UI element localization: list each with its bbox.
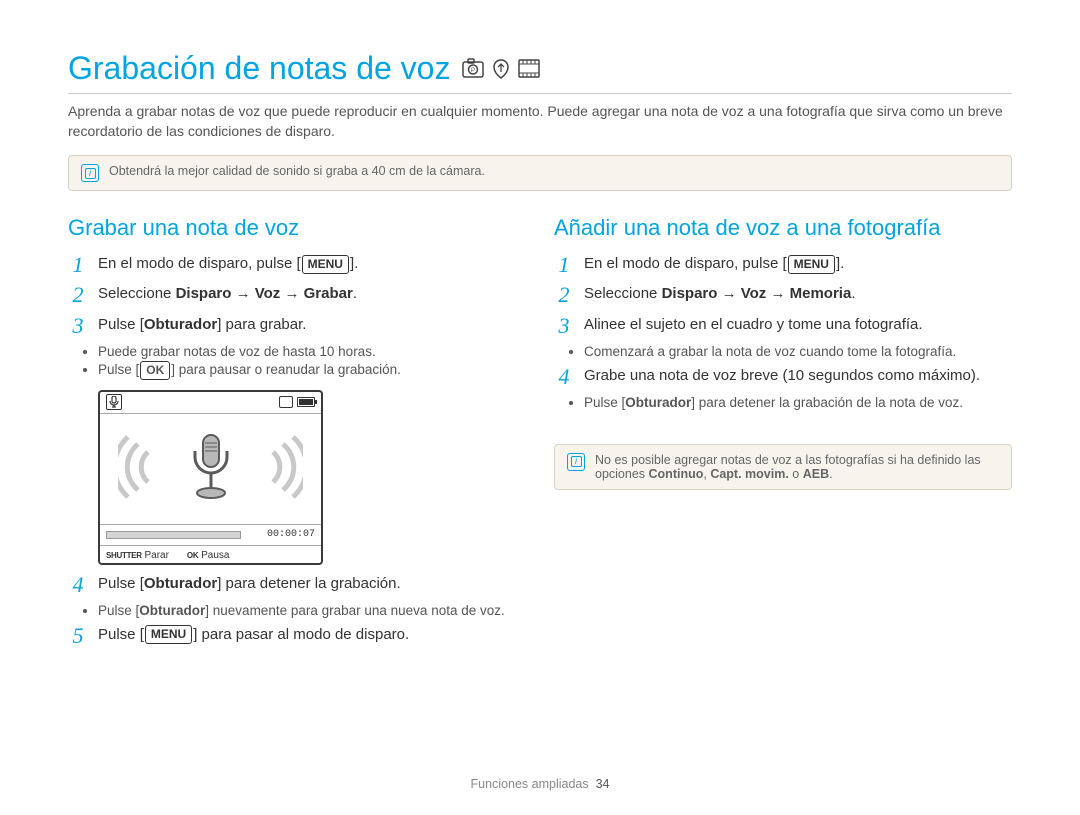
note-icon: i <box>567 453 585 471</box>
lcd-illustration: 00:00:07 SHUTTER Parar OK Pausa <box>98 390 323 565</box>
r-step-2: 2 Seleccione Disparo → Voz → Memoria. <box>554 283 1012 307</box>
step-4-bullets: Pulse [Obturador] nuevamente para grabar… <box>98 603 526 618</box>
intro-text: Aprenda a grabar notas de voz que puede … <box>68 102 1012 141</box>
lcd-center <box>100 414 321 524</box>
right-note-box: i No es posible agregar notas de voz a l… <box>554 444 1012 490</box>
tip-box: i Obtendrá la mejor calidad de sonido si… <box>68 155 1012 191</box>
step-4: 4 Pulse [Obturador] para detener la grab… <box>68 573 526 597</box>
step-3: 3 Pulse [Obturador] para grabar. <box>68 314 526 338</box>
menu-key: MENU <box>145 625 192 644</box>
mode-icons: P <box>462 58 540 79</box>
right-note-text: No es posible agregar notas de voz a las… <box>595 453 999 481</box>
sound-waves-right-icon <box>261 432 303 506</box>
note-icon: i <box>81 164 99 182</box>
step-5: 5 Pulse [MENU] para pasar al modo de dis… <box>68 624 526 648</box>
r-step-4: 4 Grabe una nota de voz breve (10 segund… <box>554 365 1012 389</box>
lcd-timeline: 00:00:07 <box>100 524 321 546</box>
step-3-bullets: Puede grabar notas de voz de hasta 10 ho… <box>98 344 526 380</box>
scene-mode-icon <box>518 58 540 79</box>
page-title: Grabación de notas de voz P <box>68 50 1012 87</box>
right-column: Añadir una nota de voz a una fotografía … <box>554 215 1012 654</box>
dual-is-mode-icon <box>490 58 512 79</box>
r-step-3: 3 Alinee el sujeto en el cuadro y tome u… <box>554 314 1012 338</box>
menu-key: MENU <box>302 255 349 274</box>
battery-icon <box>297 397 315 407</box>
left-heading: Grabar una nota de voz <box>68 215 526 241</box>
lcd-top-bar <box>100 392 321 414</box>
sound-waves-left-icon <box>118 432 160 506</box>
ok-key: OK <box>140 361 170 380</box>
page-footer: Funciones ampliadas 34 <box>0 777 1080 791</box>
right-heading: Añadir una nota de voz a una fotografía <box>554 215 1012 241</box>
tip-text: Obtendrá la mejor calidad de sonido si g… <box>109 164 485 178</box>
step-1: 1 En el modo de disparo, pulse [MENU]. <box>68 253 526 277</box>
left-column: Grabar una nota de voz 1 En el modo de d… <box>68 215 526 654</box>
step-2: 2 Seleccione Disparo → Voz → Grabar. <box>68 283 526 307</box>
svg-text:P: P <box>471 68 475 74</box>
r-step-4-bullets: Pulse [Obturador] para detener la grabac… <box>584 395 1012 410</box>
r-step-3-bullets: Comenzará a grabar la nota de voz cuando… <box>584 344 1012 359</box>
program-mode-icon: P <box>462 58 484 79</box>
timer-text: 00:00:07 <box>267 529 315 540</box>
menu-key: MENU <box>788 255 835 274</box>
title-text: Grabación de notas de voz <box>68 50 450 87</box>
sd-card-icon <box>279 396 293 408</box>
microphone-large-icon <box>183 431 239 507</box>
mic-small-icon <box>106 394 122 410</box>
lcd-bottom-bar: SHUTTER Parar OK Pausa <box>100 546 321 565</box>
title-rule <box>68 93 1012 94</box>
r-step-1: 1 En el modo de disparo, pulse [MENU]. <box>554 253 1012 277</box>
